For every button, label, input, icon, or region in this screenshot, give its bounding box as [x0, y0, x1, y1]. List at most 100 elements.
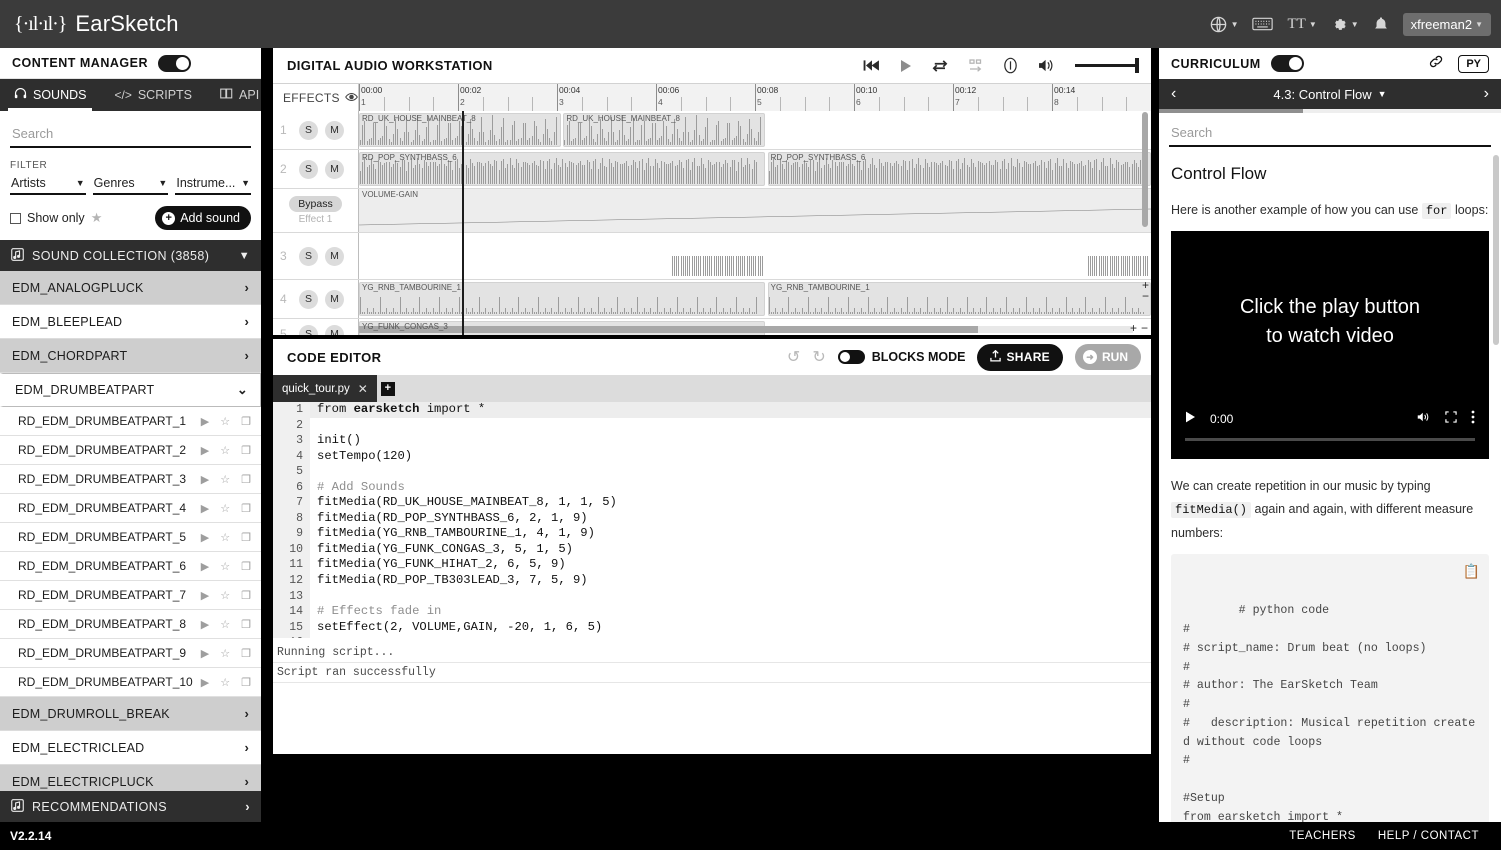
audio-clip[interactable]: RD_POP_SYNTHBASS_6 [359, 152, 766, 186]
loop-button[interactable] [932, 58, 950, 74]
new-file-tab-button[interactable]: + [377, 375, 399, 402]
sound-list-item[interactable]: RD_EDM_DRUMBEATPART_6 ▶ ☆ ❐ [0, 552, 261, 581]
sound-search-input[interactable] [10, 123, 251, 148]
audio-clip[interactable]: RD_UK_HOUSE_MAINBEAT_8 [359, 113, 561, 147]
copy-code-icon[interactable]: 📋 [1463, 562, 1480, 585]
mute-button[interactable]: M [325, 159, 344, 179]
track-lane[interactable]: YG_RNB_TAMBOURINE_1 YG_RNB_TAMBOURINE_1 [358, 280, 1151, 318]
solo-button[interactable]: S [299, 324, 318, 335]
settings-gear-icon[interactable]: ▼ [1331, 16, 1359, 33]
solo-button[interactable]: S [299, 289, 318, 309]
code-line[interactable]: init() [273, 433, 1151, 449]
code-line[interactable]: setEffect(2, VOLUME,GAIN, -20, 1, 6, 5) [273, 620, 1151, 636]
playhead[interactable] [462, 111, 464, 335]
paste-to-editor-icon[interactable]: ❐ [241, 647, 251, 660]
content-manager-toggle[interactable] [157, 54, 191, 72]
mute-button[interactable]: M [325, 246, 344, 266]
solo-button[interactable]: S [299, 246, 318, 266]
sound-list-item[interactable]: RD_EDM_DRUMBEATPART_3 ▶ ☆ ❐ [0, 465, 261, 494]
file-tab-quick-tour[interactable]: quick_tour.py ✕ [273, 375, 377, 402]
code-line[interactable]: # Effects fade in [273, 604, 1151, 620]
solo-button[interactable]: S [299, 120, 318, 140]
paste-to-editor-icon[interactable]: ❐ [241, 618, 251, 631]
sound-folder-edm_drumbeatpart[interactable]: EDM_DRUMBEATPART ⌄ [0, 373, 261, 407]
paste-to-editor-icon[interactable]: ❐ [241, 502, 251, 515]
redo-button[interactable]: ↻ [812, 347, 825, 367]
play-sound-icon[interactable]: ▶ [201, 560, 209, 573]
audio-clip[interactable]: RD_UK_HOUSE_MAINBEAT_8 [563, 113, 766, 147]
code-line[interactable]: setTempo(120) [273, 449, 1151, 465]
chapter-selector[interactable]: 4.3: Control Flow ▼ [1176, 87, 1483, 102]
chain-link-icon[interactable] [1428, 54, 1445, 74]
audio-clip[interactable]: YG_RNB_TAMBOURINE_1 [359, 282, 766, 316]
sound-list-item[interactable]: RD_EDM_DRUMBEATPART_8 ▶ ☆ ❐ [0, 610, 261, 639]
zoom-in-horizontal-button[interactable]: + [1130, 322, 1137, 334]
play-icon[interactable] [1185, 411, 1196, 426]
tab-sounds[interactable]: SOUNDS [0, 79, 100, 111]
undo-button[interactable]: ↺ [787, 347, 800, 367]
track-lane[interactable]: RD_UK_HOUSE_MAINBEAT_8 RD_UK_HOUSE_MAINBE… [358, 111, 1151, 149]
code-line[interactable]: fitMedia(YG_FUNK_CONGAS_3, 5, 1, 5) [273, 542, 1151, 558]
favorite-star-icon[interactable]: ☆ [220, 502, 230, 515]
sound-list-item[interactable]: RD_EDM_DRUMBEATPART_1 ▶ ☆ ❐ [0, 407, 261, 436]
language-toggle-button[interactable]: PY [1458, 54, 1489, 73]
favorite-star-icon[interactable]: ☆ [220, 415, 230, 428]
paste-to-editor-icon[interactable]: ❐ [241, 676, 251, 689]
language-globe-icon[interactable]: ▼ [1209, 15, 1238, 34]
sound-list-item[interactable]: RD_EDM_DRUMBEATPART_10 ▶ ☆ ❐ [0, 668, 261, 697]
code-line[interactable]: fitMedia(YG_FUNK_HIHAT_2, 6, 5, 9) [273, 557, 1151, 573]
daw-tracks[interactable]: 1 S M RD_UK_HOUSE_MAINBEAT_8 RD_UK_HOUSE_MAI… [273, 111, 1151, 335]
favorite-star-icon[interactable]: ☆ [220, 618, 230, 631]
track-lane[interactable] [358, 233, 1151, 279]
favorite-star-icon[interactable]: ☆ [220, 676, 230, 689]
sound-folder-edm_chordpart[interactable]: EDM_CHORDPART › [0, 339, 261, 373]
code-line[interactable]: fitMedia(YG_RNB_TAMBOURINE_1, 4, 1, 9) [273, 526, 1151, 542]
timeline-ruler[interactable]: 00:00 1 00:02 2 00:04 3 00:06 4 00:08 5 00:10 6 00:1… [358, 84, 1151, 111]
favorite-star-icon[interactable]: ☆ [220, 589, 230, 602]
curriculum-video-player[interactable]: Click the play button to watch video 0:0… [1171, 231, 1489, 460]
play-sound-icon[interactable]: ▶ [201, 647, 209, 660]
next-chapter-button[interactable]: › [1484, 85, 1489, 103]
volume-icon[interactable] [1417, 411, 1431, 426]
code-line[interactable] [273, 589, 1151, 605]
code-line[interactable] [273, 464, 1151, 480]
close-icon[interactable]: ✕ [358, 382, 368, 396]
recommendations-header[interactable]: RECOMMENDATIONS › [0, 791, 261, 822]
effect-automation-lane[interactable]: VOLUME-GAIN [358, 189, 1151, 232]
more-options-icon[interactable] [1471, 410, 1475, 427]
tab-api[interactable]: API [206, 79, 273, 111]
code-line[interactable]: fitMedia(RD_POP_SYNTHBASS_6, 2, 1, 9) [273, 511, 1151, 527]
sound-list-item[interactable]: RD_EDM_DRUMBEATPART_5 ▶ ☆ ❐ [0, 523, 261, 552]
code-line[interactable]: # Add Sounds [273, 480, 1151, 496]
solo-button[interactable]: S [299, 159, 318, 179]
bypass-button[interactable]: Bypass [289, 196, 342, 212]
sound-collection-header[interactable]: SOUND COLLECTION (3858) ▼ [0, 240, 261, 271]
run-button[interactable]: ➜ RUN [1075, 344, 1141, 370]
play-button[interactable] [899, 59, 913, 73]
filter-genres-select[interactable]: Genres ▼ [92, 175, 169, 195]
favorite-star-icon[interactable]: ☆ [220, 647, 230, 660]
track-lane[interactable]: RD_POP_SYNTHBASS_6 RD_POP_SYNTHBASS_6 [358, 150, 1151, 188]
metronome-button[interactable] [1002, 57, 1019, 74]
play-sound-icon[interactable]: ▶ [201, 676, 209, 689]
paste-to-editor-icon[interactable]: ❐ [241, 589, 251, 602]
favorite-star-icon[interactable]: ☆ [220, 444, 230, 457]
sound-list-item[interactable]: RD_EDM_DRUMBEATPART_2 ▶ ☆ ❐ [0, 436, 261, 465]
teachers-link[interactable]: TEACHERS [1289, 830, 1356, 842]
show-only-favorites-checkbox[interactable]: Show only ★ [10, 210, 102, 226]
play-sound-icon[interactable]: ▶ [201, 415, 209, 428]
sound-list-item[interactable]: RD_EDM_DRUMBEATPART_9 ▶ ☆ ❐ [0, 639, 261, 668]
sound-list[interactable]: EDM_ANALOGPLUCK › EDM_BLEEPLEAD › EDM_CHORDP… [0, 271, 261, 791]
play-sound-icon[interactable]: ▶ [201, 589, 209, 602]
play-sound-icon[interactable]: ▶ [201, 444, 209, 457]
filter-instruments-select[interactable]: Instrume... ▼ [175, 175, 252, 195]
zoom-out-vertical-button[interactable]: − [1142, 290, 1149, 302]
volume-icon[interactable] [1038, 58, 1056, 73]
audio-clip[interactable]: RD_POP_SYNTHBASS_6 [767, 152, 1151, 186]
mute-button[interactable]: M [325, 120, 344, 140]
paste-to-editor-icon[interactable]: ❐ [241, 473, 251, 486]
notifications-bell-icon[interactable] [1373, 16, 1389, 33]
paste-to-editor-icon[interactable]: ❐ [241, 415, 251, 428]
curriculum-content[interactable]: Control Flow Here is another example of … [1159, 147, 1501, 822]
effects-toggle[interactable]: EFFECTS [273, 84, 358, 111]
